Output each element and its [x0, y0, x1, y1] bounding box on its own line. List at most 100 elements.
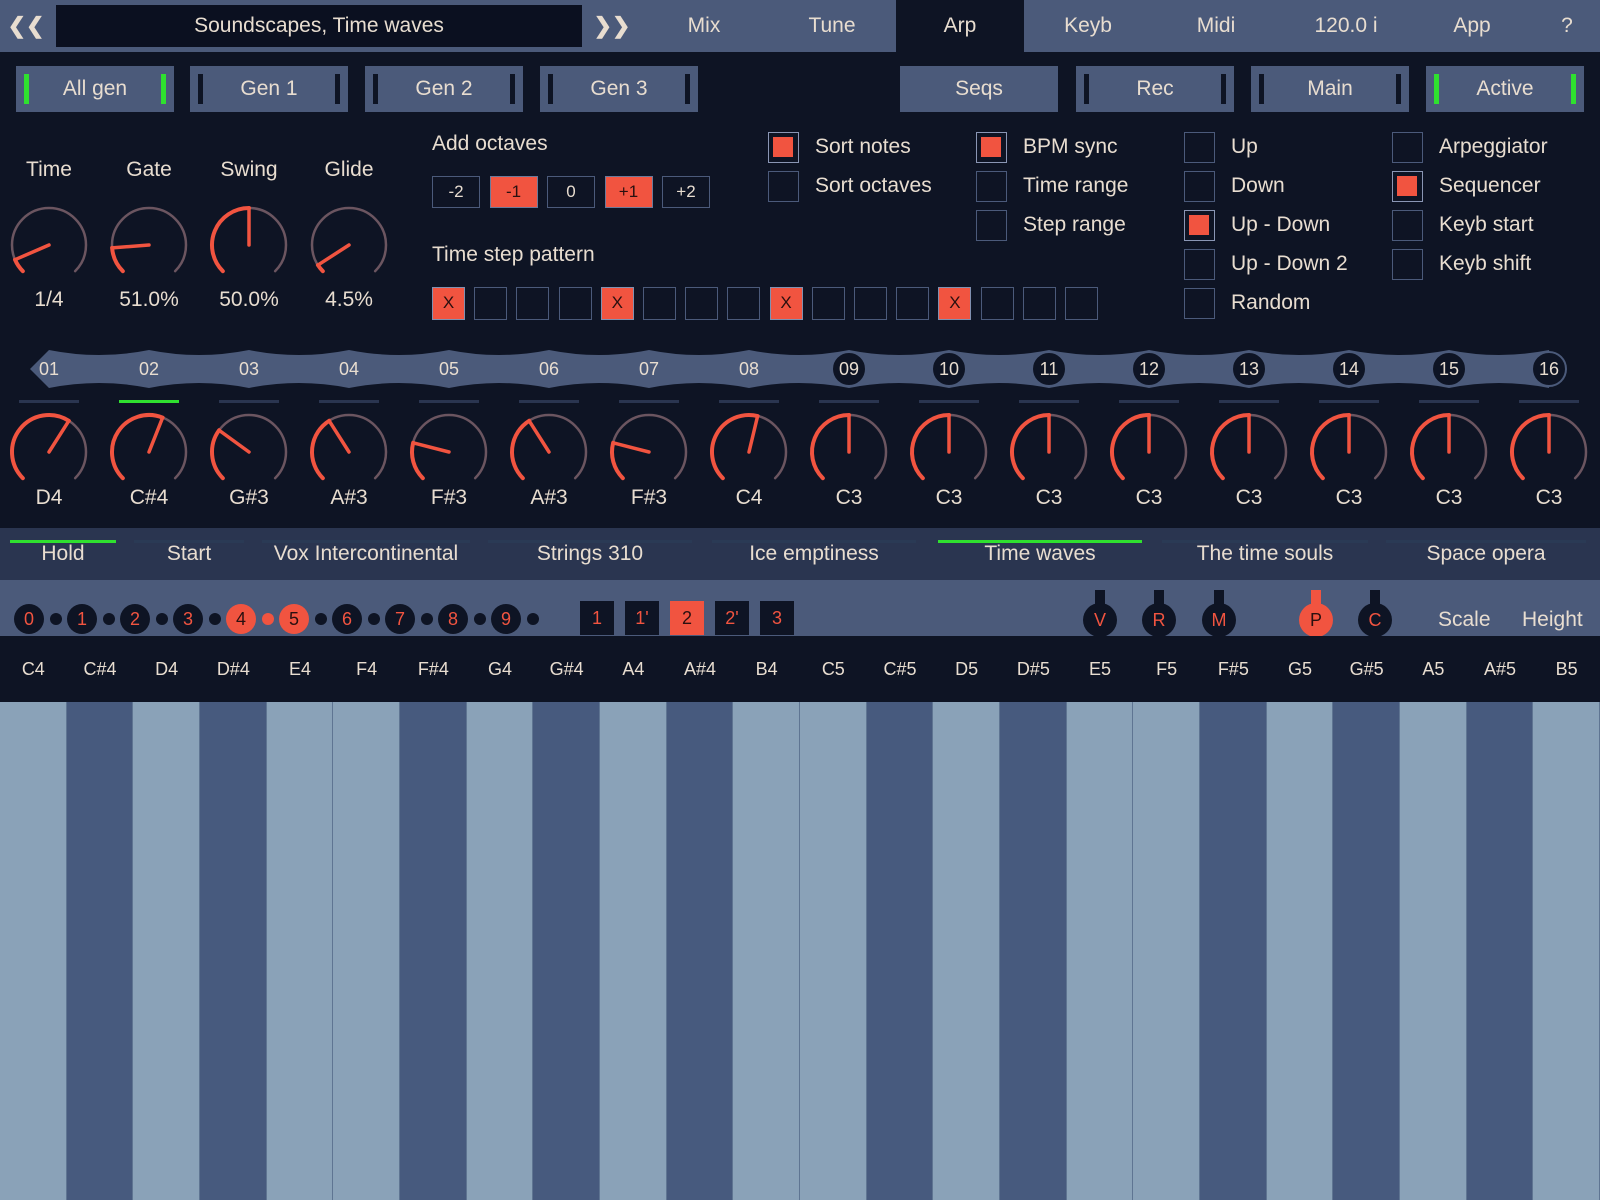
previous-preset-button[interactable]: ❮❮ [0, 0, 52, 52]
octave-dot-0[interactable]: 0 [14, 604, 44, 634]
key-g4[interactable] [466, 702, 534, 1200]
octave-dot-4[interactable]: 4 [226, 604, 256, 634]
step-number-15[interactable]: 15 [1431, 351, 1467, 387]
key-gsharp4[interactable] [533, 702, 600, 1200]
knob-glide[interactable] [307, 203, 391, 287]
rod-button-r[interactable]: R [1142, 603, 1176, 637]
tab-7[interactable]: ? [1534, 0, 1600, 52]
scale-button[interactable]: Scale [1438, 600, 1491, 640]
gen-button-3[interactable]: Gen 3 [540, 66, 698, 112]
preset-strip-item-4[interactable]: Ice emptiness [712, 528, 916, 580]
mode-button-0[interactable]: Seqs [900, 66, 1058, 112]
key-c5[interactable] [800, 702, 867, 1200]
checkbox-random[interactable] [1184, 288, 1215, 319]
time-step-13[interactable]: X [938, 287, 972, 320]
step-note-knob-16[interactable] [1507, 410, 1591, 494]
mode-button-3[interactable]: Active [1426, 66, 1584, 112]
preset-strip-item-3[interactable]: Strings 310 [488, 528, 692, 580]
gen-button-0[interactable]: All gen [16, 66, 174, 112]
time-step-7[interactable] [685, 287, 719, 320]
checkbox-sort-notes[interactable] [768, 132, 799, 163]
step-number-12[interactable]: 12 [1131, 351, 1167, 387]
octave-dot-3[interactable]: 3 [173, 604, 203, 634]
rod-button-c[interactable]: C [1358, 603, 1392, 637]
key-d4[interactable] [133, 702, 200, 1200]
step-note-knob-13[interactable] [1207, 410, 1291, 494]
step-number-16[interactable]: 16 [1531, 351, 1567, 387]
step-number-03[interactable]: 03 [231, 351, 267, 387]
range-button-1[interactable]: 1' [625, 601, 659, 635]
step-number-06[interactable]: 06 [531, 351, 567, 387]
step-note-knob-10[interactable] [907, 410, 991, 494]
gen-button-2[interactable]: Gen 2 [365, 66, 523, 112]
time-step-11[interactable] [854, 287, 887, 320]
knob-swing[interactable] [207, 203, 291, 287]
time-step-10[interactable] [811, 287, 845, 320]
preset-strip-item-5[interactable]: Time waves [938, 528, 1142, 580]
step-note-knob-12[interactable] [1107, 410, 1191, 494]
gen-button-1[interactable]: Gen 1 [190, 66, 348, 112]
time-step-5[interactable]: X [600, 287, 634, 320]
checkbox-up[interactable] [1184, 132, 1215, 163]
octave-dot-8[interactable]: 8 [438, 604, 468, 634]
step-number-01[interactable]: 01 [31, 351, 67, 387]
step-number-14[interactable]: 14 [1331, 351, 1367, 387]
octave-button-0[interactable]: -2 [432, 176, 480, 208]
height-button[interactable]: Height [1522, 600, 1583, 640]
key-e4[interactable] [266, 702, 334, 1200]
octave-button-3[interactable]: +1 [604, 176, 653, 208]
time-step-8[interactable] [727, 287, 761, 320]
preset-strip-item-7[interactable]: Space opera [1386, 528, 1586, 580]
preset-strip-item-0[interactable]: Hold [10, 528, 116, 580]
key-e5[interactable] [1066, 702, 1134, 1200]
octave-button-4[interactable]: +2 [662, 176, 710, 208]
key-fsharp4[interactable] [400, 702, 467, 1200]
step-note-knob-7[interactable] [607, 410, 691, 494]
octave-dot-1[interactable]: 1 [67, 604, 97, 634]
step-note-knob-4[interactable] [307, 410, 391, 494]
step-note-knob-5[interactable] [407, 410, 491, 494]
key-f4[interactable] [333, 702, 400, 1200]
step-note-knob-6[interactable] [507, 410, 591, 494]
time-step-2[interactable] [474, 287, 508, 320]
preset-strip-item-2[interactable]: Vox Intercontinental [262, 528, 470, 580]
key-d5[interactable] [933, 702, 1000, 1200]
rod-button-v[interactable]: V [1083, 603, 1117, 637]
time-step-4[interactable] [558, 287, 592, 320]
time-step-12[interactable] [896, 287, 930, 320]
key-b5[interactable] [1533, 702, 1600, 1200]
preset-strip-item-6[interactable]: The time souls [1162, 528, 1368, 580]
octave-dot-5[interactable]: 5 [279, 604, 309, 634]
preset-name-display[interactable]: Soundscapes, Time waves [56, 5, 582, 47]
step-note-knob-11[interactable] [1007, 410, 1091, 494]
step-number-09[interactable]: 09 [831, 351, 867, 387]
key-asharp4[interactable] [666, 702, 734, 1200]
time-step-3[interactable] [516, 287, 550, 320]
step-note-knob-1[interactable] [7, 410, 91, 494]
mode-button-1[interactable]: Rec [1076, 66, 1234, 112]
tab-4[interactable]: Midi [1152, 0, 1280, 52]
tab-0[interactable]: Mix [640, 0, 768, 52]
key-asharp5[interactable] [1466, 702, 1534, 1200]
range-button-0[interactable]: 1 [580, 601, 614, 635]
checkbox-up-down[interactable] [1184, 210, 1215, 241]
knob-time[interactable] [7, 203, 91, 287]
step-number-11[interactable]: 11 [1031, 351, 1067, 387]
checkbox-sequencer[interactable] [1392, 171, 1423, 202]
rod-button-p[interactable]: P [1299, 603, 1333, 637]
step-note-knob-9[interactable] [807, 410, 891, 494]
rod-button-m[interactable]: M [1202, 603, 1236, 637]
step-number-05[interactable]: 05 [431, 351, 467, 387]
checkbox-sort-octaves[interactable] [768, 171, 799, 202]
time-step-6[interactable] [643, 287, 676, 320]
tab-3[interactable]: Keyb [1024, 0, 1152, 52]
checkbox-step-range[interactable] [976, 210, 1007, 241]
key-b4[interactable] [733, 702, 800, 1200]
octave-dot-7[interactable]: 7 [385, 604, 415, 634]
step-number-13[interactable]: 13 [1231, 351, 1267, 387]
step-number-04[interactable]: 04 [331, 351, 367, 387]
checkbox-up-down-2[interactable] [1184, 249, 1215, 280]
octave-dot-9[interactable]: 9 [491, 604, 521, 634]
time-step-1[interactable]: X [432, 287, 465, 320]
mode-button-2[interactable]: Main [1251, 66, 1409, 112]
